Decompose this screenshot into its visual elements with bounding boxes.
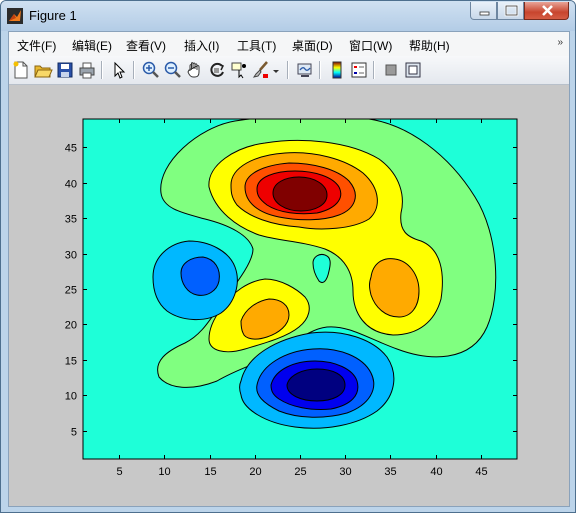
x-tick-label: 30 [339, 466, 351, 478]
y-tick-label: 30 [65, 250, 77, 262]
menu-edit[interactable]: 编辑(E) [72, 37, 112, 54]
x-tick-label: 45 [475, 466, 487, 478]
matlab-logo-icon [7, 8, 23, 24]
figure-client-area: 文件(F) 编辑(E) 查看(V) 插入(I) 工具(T) 桌面(D) 窗口(W… [8, 31, 570, 507]
x-tick-label: 40 [430, 466, 442, 478]
y-tick-label: 5 [71, 427, 77, 439]
window-title: Figure 1 [29, 8, 77, 23]
y-tick-label: 25 [65, 285, 77, 297]
toolbar-separator [373, 61, 375, 79]
y-tick-label: 35 [65, 214, 77, 226]
chevron-double-icon[interactable]: » [557, 37, 563, 48]
contour-region-level-minus2 [180, 256, 220, 296]
print-icon[interactable] [77, 60, 97, 80]
maximize-icon [504, 4, 519, 17]
contour-region-level-minus4 [286, 368, 346, 402]
x-tick-label: 20 [249, 466, 261, 478]
zoom-out-icon[interactable] [163, 60, 183, 80]
y-tick-label: 10 [65, 391, 77, 403]
show-plot-tools-icon[interactable] [403, 60, 423, 80]
toolbar-separator [287, 61, 289, 79]
menu-help[interactable]: 帮助(H) [409, 37, 450, 54]
minimize-icon [479, 11, 490, 16]
open-file-icon[interactable] [33, 60, 53, 80]
figure-window: Figure 1 文件(F) 编辑(E) 查看(V) 插入(I) 工具(T) 桌… [0, 0, 576, 513]
insert-colorbar-icon[interactable] [327, 60, 347, 80]
save-icon[interactable] [55, 60, 75, 80]
x-tick-label: 15 [204, 466, 216, 478]
data-cursor-icon[interactable] [229, 60, 249, 80]
window-controls [470, 2, 569, 22]
y-tick-label: 45 [65, 143, 77, 155]
menu-file[interactable]: 文件(F) [17, 37, 56, 54]
menu-insert[interactable]: 插入(I) [184, 37, 219, 54]
zoom-in-icon[interactable] [141, 60, 161, 80]
rotate-3d-icon[interactable] [207, 60, 227, 80]
menu-bar: 文件(F) 编辑(E) 查看(V) 插入(I) 工具(T) 桌面(D) 窗口(W… [9, 32, 569, 56]
insert-legend-icon[interactable] [349, 60, 369, 80]
title-bar[interactable]: Figure 1 [1, 1, 575, 31]
x-tick-label: 5 [116, 466, 122, 478]
link-plot-icon[interactable] [295, 60, 315, 80]
hide-plot-tools-icon[interactable] [381, 60, 401, 80]
y-tick-label: 40 [65, 179, 77, 191]
toolbar-separator [101, 61, 103, 79]
maximize-button[interactable] [497, 2, 524, 20]
close-icon [542, 5, 553, 16]
menu-window[interactable]: 窗口(W) [349, 37, 392, 54]
figure-canvas: 5 10 15 20 25 30 35 40 45 5 10 15 20 25 30 35 40 45 [9, 85, 569, 506]
brush-icon[interactable] [251, 60, 271, 80]
menu-desktop[interactable]: 桌面(D) [292, 37, 333, 54]
menu-view[interactable]: 查看(V) [126, 37, 166, 54]
brush-dropdown-icon[interactable] [271, 60, 281, 80]
y-tick-label: 15 [65, 356, 77, 368]
contour-region-level6 [272, 176, 328, 212]
figure-toolbar [9, 56, 569, 85]
y-tick-label: 20 [65, 320, 77, 332]
close-button[interactable] [524, 2, 569, 20]
minimize-button[interactable] [470, 2, 497, 20]
x-tick-label: 25 [294, 466, 306, 478]
contour-plot[interactable]: 5 10 15 20 25 30 35 40 45 5 10 15 20 25 30 35 40 45 [9, 85, 569, 506]
x-tick-label: 10 [158, 466, 170, 478]
edit-plot-arrow-icon[interactable] [109, 60, 129, 80]
toolbar-separator [133, 61, 135, 79]
menu-tools[interactable]: 工具(T) [237, 37, 276, 54]
pan-hand-icon[interactable] [185, 60, 205, 80]
toolbar-separator [319, 61, 321, 79]
x-tick-label: 35 [384, 466, 396, 478]
new-figure-icon[interactable] [11, 60, 31, 80]
